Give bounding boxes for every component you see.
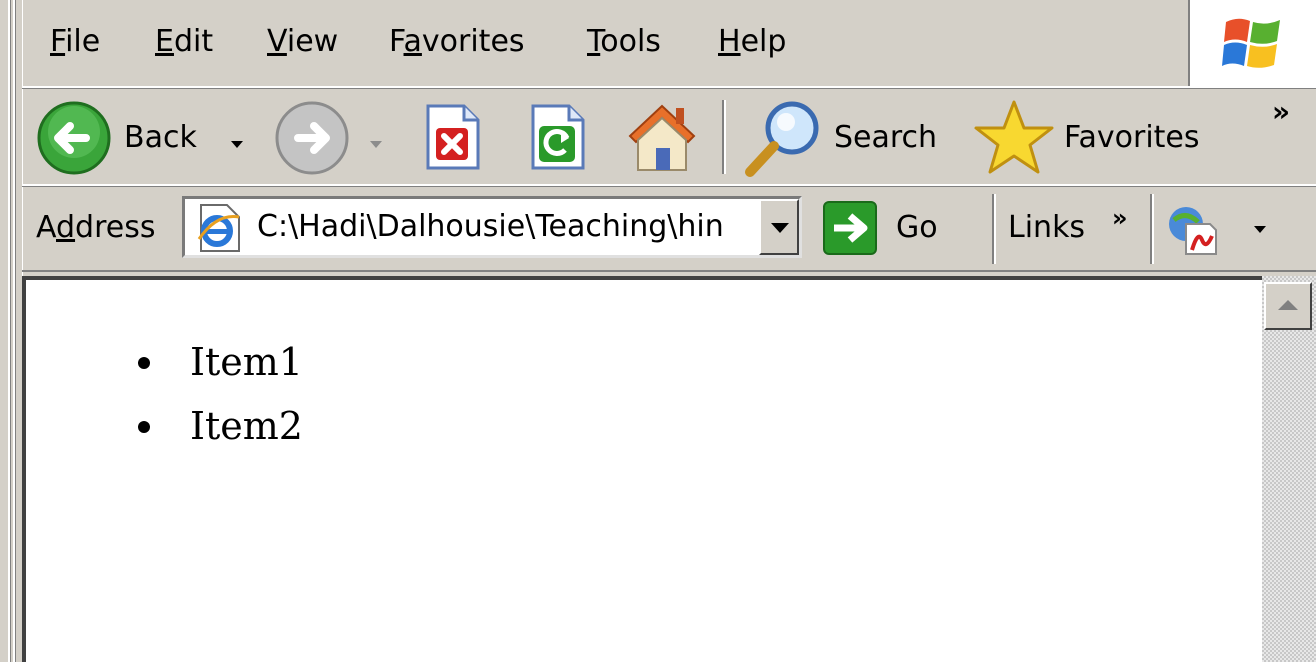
scroll-up-button[interactable] (1264, 282, 1312, 330)
menu-tools[interactable]: Tools (587, 22, 661, 62)
windows-logo-icon (1222, 18, 1280, 68)
home-icon[interactable] (622, 96, 702, 176)
toolbar-overflow-chevron[interactable]: » (1272, 92, 1290, 132)
back-label: Back (124, 120, 197, 155)
search-button[interactable]: Search (740, 96, 950, 180)
address-label-mnemonic: d (56, 210, 76, 245)
frame-rule (8, 0, 11, 662)
standard-toolbar: Back Search Favorites » (22, 90, 1316, 186)
star-icon (974, 100, 1054, 174)
forward-button[interactable] (272, 98, 392, 178)
menu-label: ile (65, 24, 101, 59)
menu-file[interactable]: File (50, 22, 100, 62)
address-label: Address (36, 208, 155, 248)
menu-label: F (389, 24, 404, 59)
menu-mnemonic: E (155, 24, 174, 59)
menu-view[interactable]: View (267, 22, 338, 62)
forward-arrow-icon (275, 101, 349, 175)
bullet-icon (138, 357, 150, 369)
list-item: Item1 (26, 330, 303, 394)
address-label-text: A (36, 210, 56, 245)
back-arrow-icon (37, 101, 111, 175)
window-left-frame (0, 0, 23, 662)
pdf-button[interactable] (1164, 200, 1274, 256)
list-item-text: Item2 (190, 404, 303, 448)
menu-label: ools (600, 24, 661, 59)
menu-label: elp (740, 24, 787, 59)
toolbar-separator (1150, 194, 1154, 264)
links-toolbar-label[interactable]: Links (1008, 208, 1085, 248)
toolbar-separator (722, 100, 726, 174)
throbber-panel (1188, 0, 1316, 86)
list-item: Item2 (26, 394, 303, 458)
search-label: Search (834, 120, 938, 155)
address-url: C:\Hadi\Dalhousie\Teaching\hin (257, 209, 724, 244)
ie-page-icon (197, 204, 240, 252)
refresh-icon[interactable] (527, 102, 589, 172)
menu-mnemonic: a (403, 24, 422, 59)
back-button[interactable]: Back (36, 98, 256, 178)
bullet-icon (138, 421, 150, 433)
stop-icon[interactable] (422, 102, 484, 172)
back-dropdown-icon[interactable] (231, 141, 243, 148)
list-item-text: Item1 (190, 340, 303, 384)
frame-rule (13, 0, 16, 662)
go-arrow-icon (823, 201, 877, 255)
address-dropdown-button[interactable] (759, 199, 799, 255)
menu-label: dit (173, 24, 214, 59)
page-content: Item1 Item2 (22, 276, 1262, 662)
address-field[interactable]: C:\Hadi\Dalhousie\Teaching\hin (182, 196, 802, 258)
menu-bar: File Edit View Favorites Tools Help (22, 0, 1316, 88)
forward-dropdown-icon[interactable] (370, 141, 382, 148)
menu-mnemonic: V (267, 24, 287, 59)
menu-mnemonic: F (50, 24, 66, 59)
links-overflow-chevron[interactable]: » (1112, 198, 1128, 238)
bulleted-list: Item1 Item2 (26, 330, 303, 458)
favorites-button[interactable]: Favorites (974, 96, 1224, 180)
menu-help[interactable]: Help (718, 22, 786, 62)
search-icon (745, 101, 819, 177)
menu-mnemonic: H (718, 24, 741, 59)
menu-favorites[interactable]: Favorites (389, 22, 525, 62)
pdf-icon (1169, 207, 1217, 255)
address-label-text: dress (75, 210, 156, 245)
go-label: Go (896, 210, 938, 245)
address-bar: Address C:\Hadi\Dalhousie\Teaching\hin G… (22, 190, 1316, 272)
vertical-scrollbar[interactable] (1262, 276, 1316, 662)
pdf-dropdown-icon[interactable] (1254, 226, 1266, 233)
menu-mnemonic: T (587, 24, 601, 59)
menu-edit[interactable]: Edit (155, 22, 213, 62)
toolbar-separator (992, 194, 996, 264)
menu-label: vorites (421, 24, 525, 59)
favorites-label: Favorites (1064, 120, 1200, 155)
go-button[interactable]: Go (822, 200, 952, 256)
menu-label: iew (286, 24, 339, 59)
